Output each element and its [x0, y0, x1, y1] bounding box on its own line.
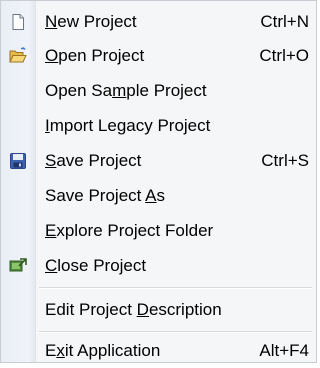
shortcut-label: Ctrl+N: [260, 12, 309, 31]
menu-item-label: Exit Application: [45, 341, 161, 360]
shortcut-label: Ctrl+S: [261, 151, 309, 170]
menu-separator: [39, 287, 312, 289]
menu-item-close-project[interactable]: Close Project: [1, 249, 316, 283]
menu-item-label: Explore Project Folder: [45, 221, 214, 240]
file-menu: New Project Ctrl+N Open Project Ctrl+O O…: [0, 0, 317, 363]
menu-item-edit-project-description[interactable]: Edit Project Description: [1, 293, 316, 327]
menu-item-new-project[interactable]: New Project Ctrl+N: [1, 5, 316, 39]
new-document-icon: [9, 13, 27, 31]
menu-item-save-project[interactable]: Save Project Ctrl+S: [1, 144, 316, 178]
open-folder-icon: [9, 47, 27, 65]
close-project-icon: [9, 257, 27, 275]
menu-item-label: Save Project: [45, 151, 142, 170]
menu-item-explore-project-folder[interactable]: Explore Project Folder: [1, 214, 316, 248]
menu-item-label: Edit Project Description: [45, 300, 222, 319]
menu-item-save-project-as[interactable]: Save Project As: [1, 179, 316, 213]
menu-item-label: Import Legacy Project: [45, 116, 211, 135]
menu-item-open-project[interactable]: Open Project Ctrl+O: [1, 39, 316, 73]
save-floppy-icon: [9, 152, 27, 170]
shortcut-label: Ctrl+O: [259, 46, 309, 65]
menu-item-exit-application[interactable]: Exit Application Alt+F4: [1, 334, 316, 368]
menu-item-label: Close Project: [45, 256, 147, 275]
menu-item-open-sample-project[interactable]: Open Sample Project: [1, 74, 316, 108]
menu-item-label: Open Sample Project: [45, 81, 207, 100]
menu-item-label: Open Project: [45, 46, 145, 65]
menu-item-label: Save Project As: [45, 186, 166, 205]
menu-item-import-legacy-project[interactable]: Import Legacy Project: [1, 109, 316, 143]
shortcut-label: Alt+F4: [259, 341, 309, 360]
menu-separator: [39, 331, 312, 333]
menu-item-label: New Project: [45, 12, 137, 31]
